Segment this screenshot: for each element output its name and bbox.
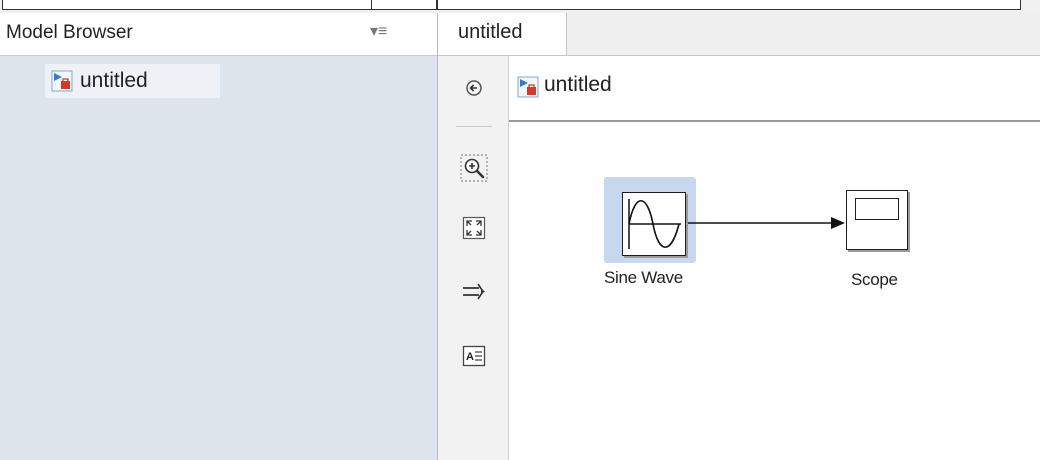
route-lines-icon [461,281,487,308]
simulink-model-icon [51,70,73,97]
zoom-in-icon [460,154,488,187]
simulink-model-icon [517,76,539,103]
diagram-canvas[interactable]: Sine Wave Scope [509,122,1040,460]
annotation-icon: A [462,345,486,372]
scope-label: Scope [851,270,898,289]
strip-segment [437,0,1021,10]
toolbar-separator [456,126,492,127]
fit-to-view-button[interactable] [460,216,488,244]
window-top-strip [0,0,1040,13]
zoom-in-button[interactable] [460,154,488,187]
fit-to-view-icon [462,216,486,245]
sine-wave-label: Sine Wave [604,268,683,287]
route-lines-button[interactable] [460,280,488,308]
strip-segment [371,0,437,10]
scope-screen-icon [855,198,899,220]
tree-item-untitled[interactable]: untitled [45,64,220,98]
scope-block[interactable] [846,190,908,250]
panel-menu-icon[interactable]: ▾≡ [370,21,387,41]
address-bar-label: untitled [544,73,612,96]
navigate-back-icon [464,78,484,103]
annotation-button[interactable]: A [460,344,488,372]
model-tree: untitled [0,56,437,460]
model-browser-title: Model Browser [6,22,133,43]
editor-toolbar: A [438,56,509,460]
model-address-bar[interactable]: untitled [509,56,1040,122]
model-browser-panel: Model Browser ▾≡ untitled [0,13,438,460]
sine-wave-icon [628,199,681,249]
editor-tab-bar: untitled [438,13,1040,56]
navigate-back-button[interactable] [460,76,488,104]
signal-line[interactable] [509,122,1040,460]
strip-segment [2,0,372,10]
svg-text:A: A [466,351,474,363]
tree-item-label: untitled [80,69,148,92]
tab-label: untitled [458,21,523,43]
tab-untitled[interactable]: untitled [438,13,567,55]
sine-wave-block[interactable] [622,192,686,256]
model-browser-header: Model Browser ▾≡ [0,13,437,56]
